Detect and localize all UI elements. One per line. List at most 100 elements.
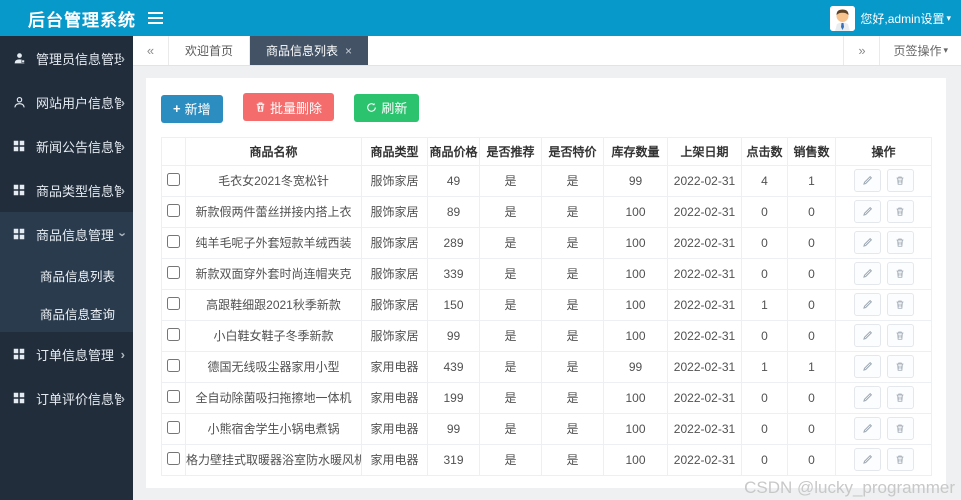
edit-button[interactable] xyxy=(853,262,881,285)
cell-sales: 0 xyxy=(787,226,836,259)
scroll-tabs-right-icon[interactable]: » xyxy=(843,36,879,65)
delete-button[interactable] xyxy=(886,231,914,254)
row-checkbox[interactable] xyxy=(167,358,180,372)
sidebar-subitem[interactable]: 商品信息列表 xyxy=(0,256,133,294)
cell-price: 439 xyxy=(427,350,480,383)
tab-actions-dropdown[interactable]: 页签操作 ▾ xyxy=(879,36,961,65)
row-checkbox[interactable] xyxy=(167,296,180,310)
row-checkbox[interactable] xyxy=(167,420,180,434)
row-actions-cell xyxy=(835,443,932,476)
row-checkbox[interactable] xyxy=(167,451,180,465)
sidebar: 管理员信息管理›网站用户信息管理›新闻公告信息管理›商品类型信息管理›商品信息管… xyxy=(0,36,133,500)
scroll-tabs-left-icon[interactable]: « xyxy=(133,36,169,65)
row-checkbox[interactable] xyxy=(167,203,180,217)
col-header-sales: 销售数 xyxy=(787,136,836,166)
cell-stock: 100 xyxy=(603,412,668,445)
col-header-checkbox xyxy=(161,136,186,166)
tab-label: 商品信息列表 xyxy=(266,44,339,58)
col-header-recommend: 是否推荐 xyxy=(479,136,542,166)
user-icon xyxy=(13,96,26,109)
tab[interactable]: 欢迎首页 xyxy=(169,36,251,65)
row-actions-cell xyxy=(835,257,932,290)
tab-bar: « 欢迎首页 商品信息列表 × » 页签操作 ▾ xyxy=(133,36,961,66)
row-checkbox[interactable] xyxy=(167,389,180,403)
grid-icon xyxy=(13,228,26,241)
chevron-down-icon: ▾ xyxy=(943,45,948,55)
row-checkbox[interactable] xyxy=(167,327,180,341)
cell-clicks: 0 xyxy=(741,319,788,352)
edit-button[interactable] xyxy=(853,200,881,223)
cell-recommend: 是 xyxy=(479,350,542,383)
row-actions-cell xyxy=(835,226,932,259)
row-checkbox-cell xyxy=(161,288,186,321)
sidebar-subitem[interactable]: 商品信息查询 xyxy=(0,294,133,332)
cell-name: 全自动除菌吸扫拖擦地一体机 xyxy=(185,381,362,414)
edit-button[interactable] xyxy=(853,448,881,471)
edit-button[interactable] xyxy=(853,355,881,378)
sidebar-item-label: 管理员信息管理 xyxy=(36,51,121,67)
edit-button[interactable] xyxy=(853,169,881,192)
delete-button[interactable] xyxy=(886,355,914,378)
user-menu[interactable]: 您好,admin 设置 ▾ xyxy=(830,5,961,31)
cell-sales: 0 xyxy=(787,257,836,290)
add-button[interactable]: + 新增 xyxy=(161,94,223,123)
cell-stock: 100 xyxy=(603,381,668,414)
tab[interactable]: 商品信息列表 × xyxy=(250,36,369,65)
edit-button[interactable] xyxy=(853,386,881,409)
delete-button[interactable] xyxy=(886,417,914,440)
sidebar-item[interactable]: 订单信息管理 › xyxy=(0,332,133,376)
edit-button[interactable] xyxy=(853,417,881,440)
delete-button[interactable] xyxy=(886,448,914,471)
close-icon[interactable]: × xyxy=(345,44,352,58)
cell-clicks: 0 xyxy=(741,412,788,445)
cell-sales: 0 xyxy=(787,381,836,414)
delete-button[interactable] xyxy=(886,293,914,316)
grid-icon xyxy=(13,348,26,361)
row-checkbox[interactable] xyxy=(167,234,180,248)
sidebar-item[interactable]: 新闻公告信息管理› xyxy=(0,124,133,168)
sidebar-item[interactable]: 网站用户信息管理› xyxy=(0,80,133,124)
cell-price: 289 xyxy=(427,226,480,259)
refresh-button[interactable]: 刷新 xyxy=(354,93,420,122)
delete-button[interactable] xyxy=(886,324,914,347)
edit-button[interactable] xyxy=(853,231,881,254)
cell-date: 2022-02-31 xyxy=(667,226,742,259)
col-header-actions: 操作 xyxy=(835,136,932,166)
refresh-icon xyxy=(366,102,377,113)
sidebar-item-label: 商品信息管理 xyxy=(36,227,115,243)
row-checkbox[interactable] xyxy=(167,265,180,279)
sidebar-item[interactable]: 订单评价信息管理› xyxy=(0,376,133,420)
cell-name: 小熊宿舍学生小锅电煮锅 xyxy=(185,412,362,445)
delete-button[interactable] xyxy=(886,200,914,223)
sidebar-item[interactable]: 管理员信息管理 › xyxy=(0,36,133,80)
grid-icon xyxy=(13,140,26,153)
cell-type: 服饰家居 xyxy=(361,319,428,352)
table-row: 新款假两件蕾丝拼接内搭上衣 服饰家居 89 是是 100 2022-02-31 0 0 xyxy=(161,195,932,228)
cell-stock: 99 xyxy=(603,350,668,383)
row-checkbox-cell xyxy=(161,195,186,228)
cell-type: 家用电器 xyxy=(361,350,428,383)
delete-button[interactable] xyxy=(886,169,914,192)
chevron-right-icon: › xyxy=(120,182,125,198)
cell-recommend: 是 xyxy=(479,195,542,228)
row-checkbox[interactable] xyxy=(167,172,180,186)
cell-sales: 0 xyxy=(787,195,836,228)
sidebar-item[interactable]: 商品信息管理 › xyxy=(0,212,133,256)
cell-type: 服饰家居 xyxy=(361,164,428,197)
batch-delete-button[interactable]: 批量删除 xyxy=(242,93,334,121)
sidebar-group: 订单信息管理 › xyxy=(0,332,133,376)
edit-button[interactable] xyxy=(853,293,881,316)
row-checkbox-cell xyxy=(161,381,186,414)
row-actions-cell xyxy=(835,412,932,445)
menu-toggle-icon[interactable] xyxy=(145,11,165,25)
delete-button[interactable] xyxy=(886,262,914,285)
edit-button[interactable] xyxy=(853,324,881,347)
delete-button[interactable] xyxy=(886,386,914,409)
sidebar-item[interactable]: 商品类型信息管理› xyxy=(0,168,133,212)
cell-sales: 1 xyxy=(787,350,836,383)
row-checkbox-cell xyxy=(161,257,186,290)
cell-date: 2022-02-31 xyxy=(667,350,742,383)
row-actions-cell xyxy=(835,319,932,352)
table-header-row: 商品名称 商品类型 商品价格 是否推荐 是否特价 库存数量 上架日期 点击数 销售数 操作 xyxy=(161,136,932,166)
cell-name: 纯羊毛呢子外套短款羊绒西装 xyxy=(185,226,362,259)
